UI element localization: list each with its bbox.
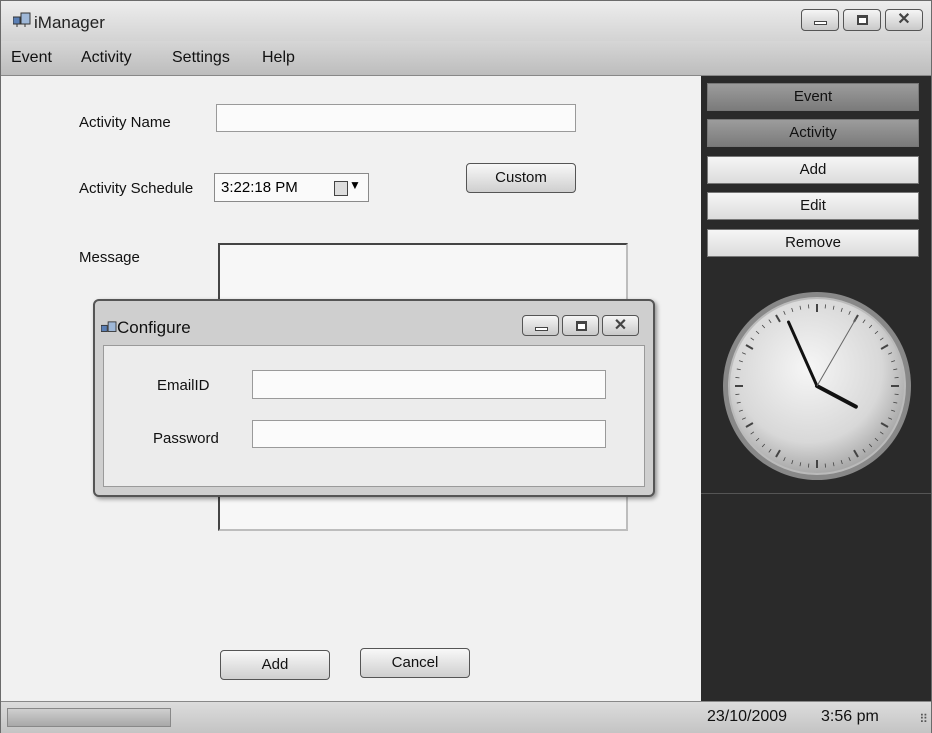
- schedule-time-value: 3:22:18 PM: [221, 179, 298, 196]
- title-bar[interactable]: iManager ✕: [1, 1, 931, 41]
- dialog-content: EmailID Password: [103, 345, 645, 487]
- app-window-icon: [13, 12, 31, 27]
- password-label: Password: [153, 430, 219, 447]
- maximize-button[interactable]: [843, 9, 881, 31]
- dialog-minimize-button[interactable]: [522, 315, 559, 336]
- email-field[interactable]: [252, 370, 606, 399]
- status-progress-fill: [8, 709, 170, 726]
- schedule-time-picker[interactable]: 3:22:18 PM ▼: [214, 173, 369, 202]
- sidebar-activity-button[interactable]: Activity: [707, 119, 919, 147]
- resize-grip-icon[interactable]: ⠿: [919, 712, 928, 726]
- activity-schedule-label: Activity Schedule: [79, 180, 194, 197]
- menu-bar: Event Activity Settings Help: [1, 41, 931, 76]
- close-button[interactable]: ✕: [885, 9, 923, 31]
- menu-settings[interactable]: Settings: [172, 49, 230, 67]
- sidebar-divider: [701, 493, 931, 494]
- sidebar-remove-button[interactable]: Remove: [707, 229, 919, 257]
- custom-button[interactable]: Custom: [466, 163, 576, 193]
- status-bar: 23/10/2009 3:56 pm ⠿: [1, 701, 931, 733]
- analog-clock: [723, 292, 911, 480]
- app-window-icon: [101, 321, 117, 332]
- window-controls: ✕: [801, 9, 923, 33]
- dialog-window-controls: ✕: [522, 315, 639, 336]
- sidebar-edit-button[interactable]: Edit: [707, 192, 919, 220]
- sidebar-add-button[interactable]: Add: [707, 156, 919, 184]
- sidebar-event-button[interactable]: Event: [707, 83, 919, 111]
- cancel-button[interactable]: Cancel: [360, 648, 470, 678]
- activity-name-input[interactable]: [216, 104, 576, 132]
- dialog-title: Configure: [117, 318, 191, 337]
- message-label: Message: [79, 249, 140, 266]
- status-progress-bar: [7, 708, 171, 727]
- menu-help[interactable]: Help: [262, 49, 295, 67]
- right-sidebar: Event Activity Add Edit Remove: [701, 76, 931, 701]
- status-time: 3:56 pm: [821, 708, 879, 725]
- window-title: iManager: [34, 13, 105, 32]
- minimize-button[interactable]: [801, 9, 839, 31]
- activity-name-label: Activity Name: [79, 114, 171, 131]
- dialog-maximize-button[interactable]: [562, 315, 599, 336]
- menu-event[interactable]: Event: [11, 49, 52, 67]
- email-label: EmailID: [157, 377, 210, 394]
- chevron-down-icon[interactable]: ▼: [349, 178, 361, 192]
- add-button[interactable]: Add: [220, 650, 330, 680]
- menu-activity[interactable]: Activity: [81, 49, 132, 67]
- dialog-close-button[interactable]: ✕: [602, 315, 639, 336]
- main-window: iManager ✕ Event Activity Settings Help …: [0, 0, 932, 733]
- configure-dialog: Configure ✕ EmailID Password: [93, 299, 655, 497]
- status-date: 23/10/2009: [707, 708, 788, 725]
- password-field[interactable]: [252, 420, 606, 448]
- calendar-icon[interactable]: [334, 181, 348, 196]
